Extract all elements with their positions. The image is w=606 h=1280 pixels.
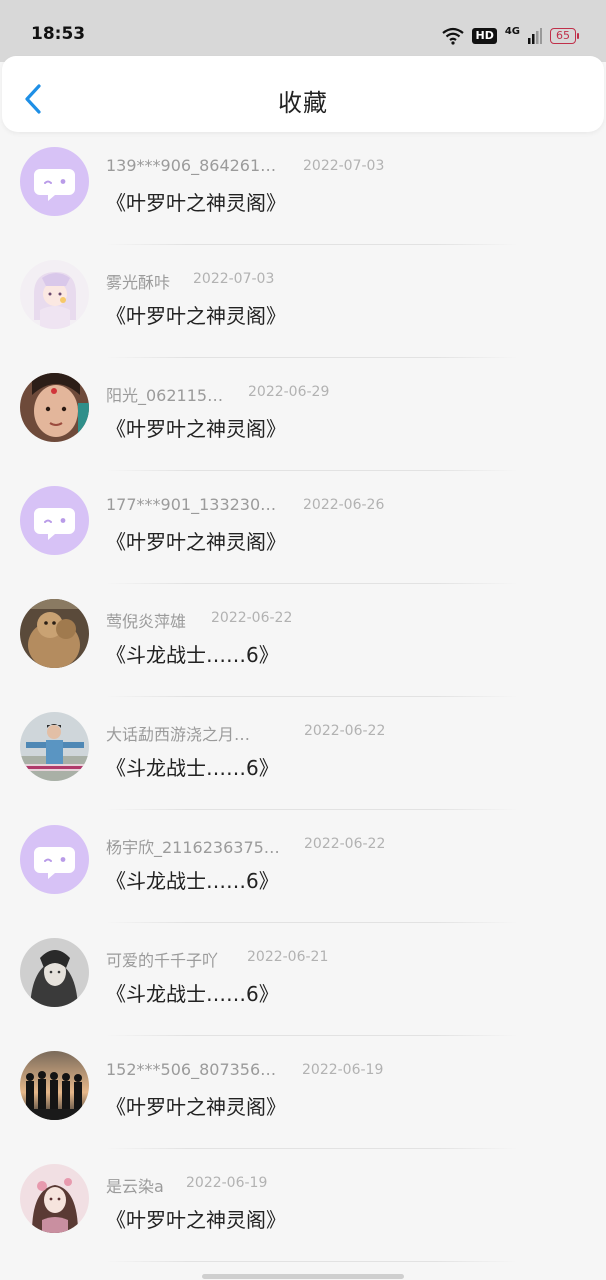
favorite-item[interactable]: 莺倪炎萍雄 2022-06-22 《斗龙战士……6》 [0, 584, 606, 697]
work-title[interactable]: 《叶罗叶之神灵阁》 [106, 413, 286, 442]
item-meta: 139***906_8642611856 2022-07-03 [106, 156, 586, 176]
item-meta: 雾光酥咔 2022-07-03 [106, 269, 586, 292]
work-title[interactable]: 《叶罗叶之神灵阁》 [106, 1091, 286, 1120]
row-divider [105, 1261, 518, 1262]
work-title[interactable]: 《斗龙战士……6》 [106, 639, 279, 668]
username: 莺倪炎萍雄 [106, 612, 187, 631]
username: 杨宇欣_2116236375… [106, 838, 280, 857]
favorite-item[interactable]: 177***901_1332301557 2022-06-26 《叶罗叶之神灵阁》 [0, 471, 606, 584]
favorite-date: 2022-07-03 [303, 158, 385, 174]
item-meta: 杨宇欣_2116236375… 2022-06-22 [106, 834, 586, 857]
favorite-date: 2022-06-21 [247, 949, 329, 965]
favorite-date: 2022-06-22 [304, 836, 386, 852]
work-title[interactable]: 《斗龙战士……6》 [106, 978, 279, 1007]
favorite-date: 2022-07-03 [193, 271, 275, 287]
item-meta: 是云染a 2022-06-19 [106, 1173, 586, 1196]
favorite-date: 2022-06-26 [303, 497, 385, 513]
favorite-item[interactable]: 雾光酥咔 2022-07-03 《叶罗叶之神灵阁》 [0, 245, 606, 358]
username: 可爱的千千子吖 [106, 951, 219, 970]
favorite-item[interactable]: 可爱的千千子吖 2022-06-21 《斗龙战士……6》 [0, 923, 606, 1036]
wifi-icon [442, 27, 465, 45]
user-avatar[interactable] [20, 260, 89, 329]
favorite-date: 2022-06-29 [248, 384, 330, 400]
signal-icon [528, 28, 542, 44]
status-time: 18:53 [31, 24, 86, 44]
work-title[interactable]: 《叶罗叶之神灵阁》 [106, 526, 286, 555]
work-title[interactable]: 《斗龙战士……6》 [106, 752, 279, 781]
page-title: 收藏 [278, 89, 328, 117]
favorite-item[interactable]: 阳光_062115068 2022-06-29 《叶罗叶之神灵阁》 [0, 358, 606, 471]
status-bar: 18:53 HD 4G 65 [0, 0, 606, 62]
network-type: 4G [504, 26, 520, 37]
work-title[interactable]: 《斗龙战士……6》 [106, 865, 279, 894]
username: 152***506_8073567255 [106, 1060, 284, 1079]
item-meta: 阳光_062115068 2022-06-29 [106, 382, 586, 405]
user-avatar[interactable] [20, 712, 89, 781]
user-avatar[interactable] [20, 147, 89, 216]
favorite-date: 2022-06-22 [304, 723, 386, 739]
user-avatar[interactable] [20, 599, 89, 668]
favorites-list: 139***906_8642611856 2022-07-03 《叶罗叶之神灵阁》雾… [0, 132, 606, 1262]
favorite-item[interactable]: 139***906_8642611856 2022-07-03 《叶罗叶之神灵阁》 [0, 132, 606, 245]
username: 雾光酥咔 [106, 273, 171, 292]
status-icons: HD 4G 65 [442, 25, 579, 47]
user-avatar[interactable] [20, 825, 89, 894]
user-avatar[interactable] [20, 373, 89, 442]
username: 139***906_8642611856 [106, 156, 285, 175]
user-avatar[interactable] [20, 1051, 89, 1120]
favorite-item[interactable]: 152***506_8073567255 2022-06-19 《叶罗叶之神灵阁》 [0, 1036, 606, 1149]
item-meta: 177***901_1332301557 2022-06-26 [106, 495, 586, 515]
hd-badge: HD [472, 28, 497, 44]
home-indicator[interactable] [202, 1274, 404, 1279]
user-avatar[interactable] [20, 486, 89, 555]
battery-icon: 65 [550, 28, 579, 44]
favorite-date: 2022-06-22 [211, 610, 293, 626]
favorite-item[interactable]: 大话勐西游浇之月… 2022-06-22 《斗龙战士……6》 [0, 697, 606, 810]
username: 177***901_1332301557 [106, 495, 285, 514]
work-title[interactable]: 《叶罗叶之神灵阁》 [106, 187, 286, 216]
favorite-item[interactable]: 杨宇欣_2116236375… 2022-06-22 《斗龙战士……6》 [0, 810, 606, 923]
username: 阳光_062115068 [106, 386, 230, 405]
work-title[interactable]: 《叶罗叶之神灵阁》 [106, 300, 286, 329]
user-avatar[interactable] [20, 938, 89, 1007]
item-meta: 可爱的千千子吖 2022-06-21 [106, 947, 586, 970]
favorite-item[interactable]: 是云染a 2022-06-19 《叶罗叶之神灵阁》 [0, 1149, 606, 1262]
header-bar: 收藏 [2, 56, 604, 132]
item-meta: 152***506_8073567255 2022-06-19 [106, 1060, 586, 1080]
username: 是云染a [106, 1177, 164, 1196]
work-title[interactable]: 《叶罗叶之神灵阁》 [106, 1204, 286, 1233]
username: 大话勐西游浇之月… [106, 725, 251, 744]
favorite-date: 2022-06-19 [186, 1175, 268, 1191]
user-avatar[interactable] [20, 1164, 89, 1233]
item-meta: 莺倪炎萍雄 2022-06-22 [106, 608, 586, 631]
item-meta: 大话勐西游浇之月… 2022-06-22 [106, 721, 586, 744]
favorite-date: 2022-06-19 [302, 1062, 384, 1078]
